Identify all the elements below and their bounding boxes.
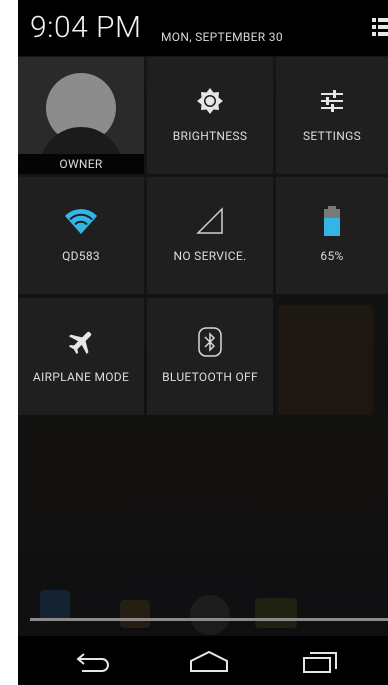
tile-settings[interactable]: SETTINGS (276, 57, 388, 174)
background-app-icon (120, 600, 150, 628)
tile-airplane-label: AIRPLANE MODE (32, 370, 130, 384)
clock[interactable]: 9:04 PM (30, 10, 141, 45)
tile-battery-label: 65% (320, 249, 344, 263)
left-border (0, 0, 18, 685)
quick-settings-header: 9:04 PM MON, SEPTEMBER 30 (18, 0, 388, 56)
settings-sliders-icon (321, 90, 343, 112)
cell-signal-icon (196, 207, 223, 234)
tile-signal-label: NO SERVICE. (173, 249, 247, 263)
tile-owner[interactable]: OWNER (18, 57, 144, 174)
airplane-icon (68, 331, 92, 355)
background-wallpaper-patch (278, 305, 373, 415)
battery-icon (324, 206, 340, 236)
panel-drag-handle[interactable] (30, 618, 388, 621)
tile-brightness-label: BRIGHTNESS (172, 129, 248, 143)
tile-settings-label: SETTINGS (303, 129, 361, 143)
quick-settings-screen: 9:04 PM MON, SEPTEMBER 30 OWNER BRIGHTNE… (0, 0, 388, 685)
tile-mobile-signal[interactable]: NO SERVICE. (147, 177, 273, 294)
brightness-icon (197, 88, 223, 114)
navigation-bar (18, 636, 388, 685)
tile-airplane-mode[interactable]: AIRPLANE MODE (18, 298, 144, 415)
home-icon[interactable] (184, 646, 234, 676)
tile-battery[interactable]: 65% (276, 177, 388, 294)
owner-label: OWNER (18, 154, 144, 174)
background-app-drawer-icon (190, 595, 230, 635)
tile-bluetooth-label: BLUETOOTH OFF (162, 370, 258, 384)
recent-apps-icon[interactable] (296, 646, 346, 676)
notifications-list-icon[interactable] (372, 16, 388, 40)
tile-bluetooth[interactable]: BLUETOOTH OFF (147, 298, 273, 415)
back-icon[interactable] (70, 646, 120, 676)
tile-brightness[interactable]: BRIGHTNESS (147, 57, 273, 174)
background-app-icon (255, 598, 297, 628)
tile-wifi[interactable]: QD583 (18, 177, 144, 294)
date[interactable]: MON, SEPTEMBER 30 (161, 30, 283, 44)
background-app-icon (40, 590, 70, 620)
bluetooth-icon (198, 327, 222, 357)
tile-wifi-label: QD583 (62, 249, 100, 263)
wifi-icon (65, 209, 97, 234)
